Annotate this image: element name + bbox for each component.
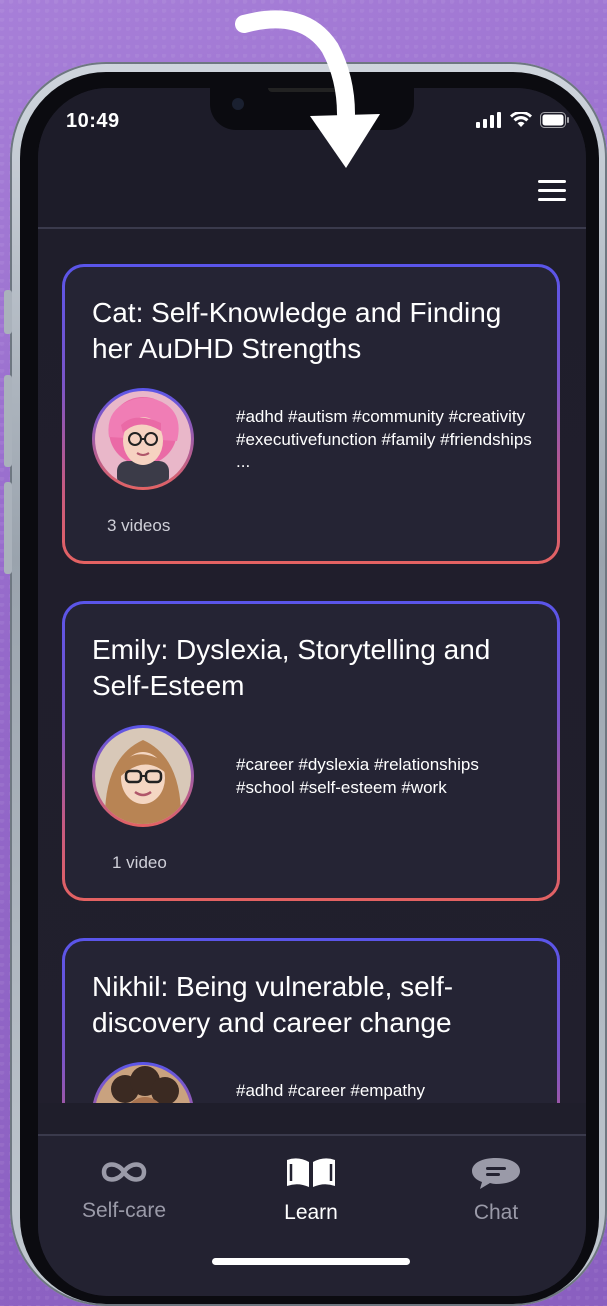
phone-screen: 10:49 Cat: Self-Knowledge and Finding he…	[38, 88, 586, 1296]
wifi-icon	[510, 112, 532, 127]
nav-tab-self-care[interactable]: Self-care	[54, 1156, 194, 1223]
avatar-illustration-nikhil	[95, 1065, 191, 1103]
status-time: 10:49	[66, 110, 120, 132]
book-icon	[287, 1158, 335, 1187]
infinity-icon	[101, 1162, 147, 1182]
menu-icon[interactable]	[538, 180, 566, 202]
nav-label-self-care: Self-care	[81, 1199, 167, 1222]
nav-tab-chat[interactable]: Chat	[426, 1156, 566, 1225]
cellular-signal-icon	[476, 112, 501, 128]
nav-label-learn: Learn	[284, 1201, 338, 1224]
status-icons	[476, 112, 570, 128]
battery-icon	[540, 112, 569, 128]
story-card-title: Emily: Dyslexia, Storytelling and Self-E…	[92, 634, 491, 701]
avatar	[92, 725, 194, 827]
side-button-mute	[4, 290, 12, 334]
story-card-emily[interactable]: Emily: Dyslexia, Storytelling and Self-E…	[62, 601, 560, 901]
video-count: 3 videos	[107, 516, 171, 535]
story-card-title: Cat: Self-Knowledge and Finding her AuDH…	[92, 297, 502, 364]
home-indicator[interactable]	[212, 1258, 410, 1265]
curved-arrow-icon	[235, 10, 380, 168]
side-button-volume-down	[4, 482, 12, 574]
avatar-illustration-emily	[95, 728, 191, 824]
video-count: 1 video	[112, 853, 167, 872]
story-card-tags: #career #dyslexia #relationships #school…	[236, 755, 479, 797]
side-button-volume-up	[4, 375, 12, 467]
story-list[interactable]: Cat: Self-Knowledge and Finding her AuDH…	[38, 229, 586, 1103]
story-card-cat[interactable]: Cat: Self-Knowledge and Finding her AuDH…	[62, 264, 560, 564]
avatar	[92, 388, 194, 490]
story-card-nikhil[interactable]: Nikhil: Being vulnerable, self-discovery…	[62, 938, 560, 1103]
bottom-navigation: Self-care Learn Chat	[38, 1134, 586, 1296]
avatar-illustration-cat	[95, 391, 191, 487]
story-card-title: Nikhil: Being vulnerable, self-discovery…	[92, 971, 454, 1038]
story-card-tags: #adhd #career #empathy	[236, 1081, 426, 1100]
chat-bubble-icon	[472, 1158, 520, 1189]
nav-label-chat: Chat	[473, 1201, 519, 1224]
nav-tab-learn[interactable]: Learn	[241, 1156, 381, 1225]
story-card-tags: #adhd #autism #community #creativity #ex…	[236, 407, 532, 471]
avatar	[92, 1062, 194, 1103]
